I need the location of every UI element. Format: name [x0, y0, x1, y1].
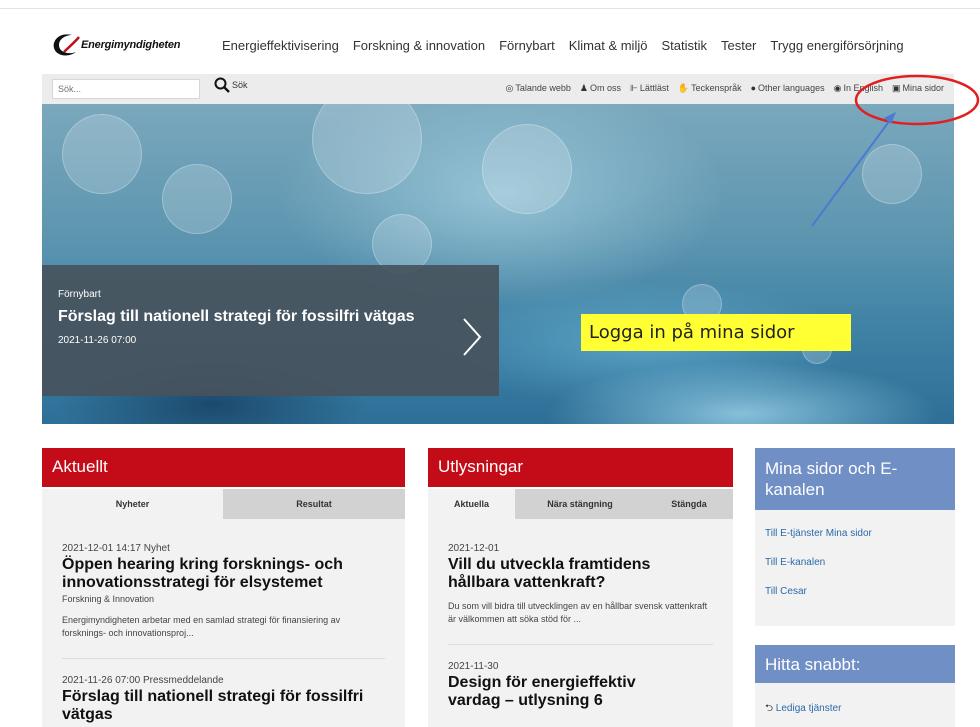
annotation-callout: Logga in på mina sidor	[581, 314, 851, 351]
lock-icon: ▣	[891, 83, 901, 93]
hero-bokeh	[862, 144, 922, 204]
mina-sidor-links: Till E-tjänster Mina sidor Till E-kanale…	[755, 510, 955, 626]
utlysningar-list: 2021-12-01 Vill du utveckla framtidens h…	[428, 519, 733, 727]
sign-language-icon: ✋	[677, 83, 690, 93]
item-meta: 2021-12-01 14:17 Nyhet	[62, 543, 170, 554]
search-button-label: Sök	[232, 80, 248, 90]
item-meta: 2021-12-01	[448, 543, 500, 554]
tab-aktuella[interactable]: Aktuella	[428, 489, 515, 519]
util-link-talande-webb[interactable]: ◎ Talande webb	[505, 83, 570, 94]
nav-item-forskning[interactable]: Forskning & innovation	[353, 38, 485, 53]
speaker-icon: ◎	[505, 83, 514, 93]
search-icon	[214, 77, 230, 93]
list-divider	[448, 644, 713, 645]
person-icon: ♟	[579, 83, 588, 93]
hitta-snabbt-links: ⮌ Lediga tjänster	[755, 683, 955, 727]
hero-bokeh	[62, 114, 142, 194]
link-e-kanalen[interactable]: Till E-kanalen	[765, 557, 945, 568]
tab-stangda[interactable]: Stängda	[645, 489, 733, 519]
hero-bokeh	[482, 124, 572, 214]
nav-item-klimat[interactable]: Klimat & miljö	[569, 38, 648, 53]
aktuellt-heading: Aktuellt	[42, 448, 405, 487]
logo-text: Energimyndigheten	[81, 39, 181, 51]
main-navigation: Energieffektivisering Forskning & innova…	[222, 38, 904, 53]
item-meta: 2021-11-26 07:00 Pressmeddelande	[62, 675, 224, 686]
util-link-label: Talande webb	[515, 83, 571, 93]
utility-links: ◎ Talande webb ♟ Om oss ⊩ Lättläst ✋ Teckens…	[505, 83, 944, 94]
hero-bokeh	[162, 164, 232, 234]
globe-icon: ◉	[833, 83, 842, 93]
hitta-snabbt-heading: Hitta snabbt:	[755, 645, 955, 683]
util-link-teckensprak[interactable]: ✋ Teckenspråk	[678, 83, 742, 94]
reply-icon: ⮌	[765, 703, 774, 714]
list-item: 2021-12-01 14:17 Nyhet Öppen hearing kri…	[62, 543, 385, 640]
hero-category: Förnybart	[58, 289, 101, 300]
hero-title[interactable]: Förslag till nationell strategi för foss…	[58, 306, 438, 327]
utility-bar: Sök ◎Talande webb ♟Om oss ⊩Lättläst ✋Tec…	[42, 74, 954, 104]
tab-resultat[interactable]: Resultat	[223, 489, 405, 519]
nav-item-trygg[interactable]: Trygg energiförsörjning	[770, 38, 903, 53]
util-link-in-english[interactable]: ◉ In English	[834, 83, 883, 94]
link-cesar[interactable]: Till Cesar	[765, 586, 945, 597]
chevron-right-icon[interactable]	[460, 317, 484, 357]
util-link-lattlast[interactable]: ⊩ Lättläst	[630, 83, 669, 94]
nav-item-statistik[interactable]: Statistik	[661, 38, 707, 53]
site-logo[interactable]: Energimyndigheten	[50, 32, 180, 58]
list-item: 2021-11-26 07:00 Pressmeddelande Förslag…	[62, 675, 385, 724]
aktuellt-list: 2021-12-01 14:17 Nyhet Öppen hearing kri…	[42, 519, 405, 727]
utlysningar-tabs: Aktuella Nära stängning Stängda	[428, 489, 733, 519]
hero-banner[interactable]: Förnybart Förslag till nationell strateg…	[42, 104, 954, 424]
nav-item-fornybart[interactable]: Förnybart	[499, 38, 555, 53]
util-link-label: In English	[843, 83, 883, 93]
hero-date: 2021-11-26 07:00	[58, 335, 137, 346]
item-title[interactable]: Öppen hearing kring forsknings- och inno…	[62, 556, 385, 592]
util-link-label: Other languages	[758, 83, 825, 93]
link-label: Lediga tjänster	[775, 703, 842, 714]
hero-card[interactable]: Förnybart Förslag till nationell strateg…	[42, 265, 499, 396]
item-excerpt: Du som vill bidra till utvecklingen av e…	[448, 601, 708, 624]
util-link-label: Mina sidor	[902, 83, 944, 93]
util-link-mina-sidor[interactable]: ▣ Mina sidor	[892, 83, 944, 94]
mina-sidor-heading: Mina sidor och E-kanalen	[755, 448, 955, 510]
util-link-other-languages[interactable]: ● Other languages	[751, 83, 825, 94]
util-link-label: Om oss	[589, 83, 621, 93]
list-item: 2021-11-30 Design för energieffektiv var…	[448, 661, 713, 710]
item-excerpt: Energimyndigheten arbetar med en samlad …	[62, 615, 341, 638]
search-button[interactable]: Sök	[214, 77, 248, 93]
logo-swoosh-icon	[53, 34, 80, 56]
nav-item-energieffektivisering[interactable]: Energieffektivisering	[222, 38, 339, 53]
tab-nyheter[interactable]: Nyheter	[42, 489, 223, 519]
item-title[interactable]: Design för energieffektiv vardag – utlys…	[448, 674, 678, 710]
item-meta: 2021-11-30	[448, 661, 499, 672]
link-e-tjanster[interactable]: Till E-tjänster Mina sidor	[765, 528, 945, 539]
util-link-om-oss[interactable]: ♟ Om oss	[580, 83, 621, 94]
item-category: Forskning & Innovation	[62, 594, 155, 604]
easy-read-icon: ⊩	[629, 83, 638, 93]
list-divider	[62, 658, 385, 659]
aktuellt-tabs: Nyheter Resultat	[42, 489, 405, 519]
link-lediga-tjanster[interactable]: ⮌ Lediga tjänster	[765, 701, 945, 718]
item-title[interactable]: Förslag till nationell strategi för foss…	[62, 688, 385, 724]
speech-bubble-icon: ●	[750, 83, 757, 93]
hero-bokeh	[312, 104, 422, 194]
nav-item-tester[interactable]: Tester	[721, 38, 756, 53]
tab-nara-stangning[interactable]: Nära stängning	[515, 489, 645, 519]
util-link-label: Teckenspråk	[691, 83, 742, 93]
list-item: 2021-12-01 Vill du utveckla framtidens h…	[448, 543, 713, 626]
top-divider	[0, 8, 980, 9]
utlysningar-heading: Utlysningar	[428, 448, 733, 487]
search-input[interactable]	[52, 79, 200, 99]
util-link-label: Lättläst	[639, 83, 669, 93]
item-title[interactable]: Vill du utveckla framtidens hållbara vat…	[448, 556, 678, 592]
